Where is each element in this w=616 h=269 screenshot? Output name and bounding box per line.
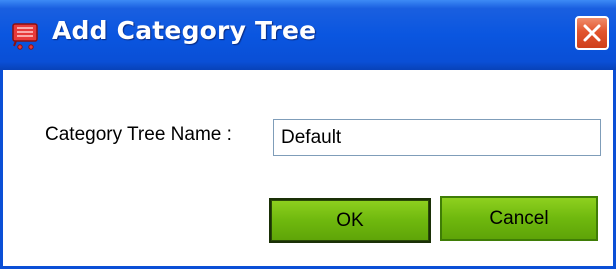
close-icon (583, 24, 601, 42)
title-bar[interactable]: Add Category Tree (0, 0, 616, 70)
window-title: Add Category Tree (52, 16, 317, 45)
ok-button[interactable]: OK (269, 198, 431, 243)
category-tree-name-label: Category Tree Name : (45, 124, 232, 145)
cancel-button[interactable]: Cancel (440, 196, 598, 241)
close-button[interactable] (575, 16, 609, 50)
dialog-window: Add Category Tree Category Tree Name : O… (0, 0, 616, 269)
cart-icon (12, 22, 40, 50)
category-tree-name-input[interactable] (273, 119, 601, 156)
